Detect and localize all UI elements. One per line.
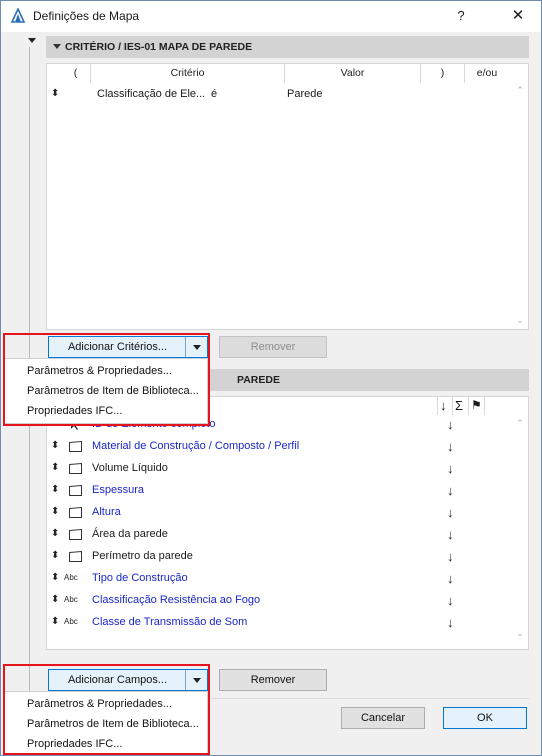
scroll-down-icon[interactable]: ⌄ [515,316,525,325]
criterion-cell[interactable]: Classificação de Ele... [97,88,205,100]
drag-handle-icon[interactable]: ⬍ [51,593,59,607]
col-value: Valor [285,64,421,83]
flag-column-icon[interactable]: ⚑ [471,398,482,412]
field-row[interactable]: ⬍ Altura ↓ [47,502,528,524]
sort-arrow-icon[interactable]: ↓ [447,571,454,586]
window-title: Definições de Mapa [33,9,140,23]
quantity-type-icon [69,506,82,518]
column-divider [484,397,485,415]
fields-table: ↓ Σ ⚑ ⬍ID de Elemento completo↓⬍Material… [46,396,529,650]
drag-handle-icon[interactable]: ⬍ [51,615,59,629]
sum-column-icon[interactable]: Σ [455,398,463,413]
operator-cell[interactable]: é [211,88,217,100]
field-row[interactable]: ⬍ Material de Construção / Composto / Per… [47,436,528,458]
map-settings-dialog: Definições de Mapa ? ✕ CRITÉRIO / IES-01… [0,0,542,756]
column-divider [452,397,453,415]
field-row[interactable]: ⬍ Espessura ↓ [47,480,528,502]
drag-handle-icon[interactable]: ⬍ [51,87,59,101]
footer-divider [211,698,529,699]
column-divider [437,397,438,415]
fields-highlight-box [3,664,210,755]
remove-criteria-button[interactable]: Remover [219,336,327,358]
sort-arrow-icon[interactable]: ↓ [447,483,454,498]
quantity-type-icon [69,462,82,474]
field-name[interactable]: Volume Líquido [92,462,168,474]
sort-arrow-icon[interactable]: ↓ [447,549,454,564]
field-name[interactable]: Classificação Resistência ao Fogo [92,594,260,606]
sort-arrow-icon[interactable]: ↓ [447,593,454,608]
criteria-table: ( Critério Valor ) e/ou ⬍ Classificação … [46,63,529,330]
remove-fields-button[interactable]: Remover [219,669,327,691]
value-cell[interactable]: Parede [287,88,322,100]
scroll-up-icon[interactable]: ⌃ [515,419,525,428]
sort-column-icon[interactable]: ↓ [440,398,447,413]
field-row[interactable]: ⬍ Abc Tipo de Construção ↓ [47,568,528,590]
field-row[interactable]: ⬍ Volume Líquido ↓ [47,458,528,480]
field-row[interactable]: ⬍ Área da parede ↓ [47,524,528,546]
col-open-paren: ( [61,64,91,83]
field-name[interactable]: Perímetro da parede [92,550,193,562]
drag-handle-icon[interactable]: ⬍ [51,527,59,541]
criteria-section-header[interactable]: CRITÉRIO / IES-01 MAPA DE PAREDE [46,36,529,58]
collapse-all-icon[interactable] [28,38,36,43]
field-name[interactable]: Tipo de Construção [92,572,188,584]
sort-arrow-icon[interactable]: ↓ [447,505,454,520]
criteria-section-title: CRITÉRIO / IES-01 MAPA DE PAREDE [65,41,253,53]
scroll-up-icon[interactable]: ⌃ [515,86,525,95]
field-name[interactable]: Material de Construção / Composto / Perf… [92,440,299,452]
close-button[interactable]: ✕ [504,5,532,27]
quantity-type-icon [69,550,82,562]
criteria-row[interactable]: ⬍ Classificação de Ele... é Parede [47,84,528,106]
sort-arrow-icon[interactable]: ↓ [447,461,454,476]
sort-arrow-icon[interactable]: ↓ [447,439,454,454]
column-divider [468,397,469,415]
drag-handle-icon[interactable]: ⬍ [51,439,59,453]
scroll-down-icon[interactable]: ⌄ [515,629,525,638]
field-row[interactable]: ⬍ Abc Classe de Transmissão de Som ↓ [47,612,528,634]
cancel-button[interactable]: Cancelar [341,707,425,729]
field-row[interactable]: ⬍ Abc Classificação Resistência ao Fogo ↓ [47,590,528,612]
quantity-type-icon [69,440,82,452]
drag-handle-icon[interactable]: ⬍ [51,549,59,563]
drag-handle-icon[interactable]: ⬍ [51,505,59,519]
sort-arrow-icon[interactable]: ↓ [447,615,454,630]
collapse-triangle-icon[interactable] [53,44,61,49]
drag-handle-icon[interactable]: ⬍ [51,483,59,497]
col-criterion: Critério [91,64,285,83]
field-row[interactable]: ⬍ Perímetro da parede ↓ [47,546,528,568]
quantity-type-icon [69,528,82,540]
criteria-highlight-box [3,333,210,426]
text-type-icon: Abc [64,595,78,604]
fields-section-title: PAREDE [237,374,280,386]
field-name[interactable]: Classe de Transmissão de Som [92,616,247,628]
col-close-paren: ) [421,64,465,83]
sort-arrow-icon[interactable]: ↓ [447,527,454,542]
col-and-or: e/ou [476,67,498,79]
drag-handle-icon[interactable]: ⬍ [51,571,59,585]
ok-button[interactable]: OK [443,707,527,729]
text-type-icon: Abc [64,617,78,626]
field-name[interactable]: Área da parede [92,528,168,540]
title-bar: Definições de Mapa ? ✕ [1,1,541,32]
field-name[interactable]: Altura [92,506,121,518]
quantity-type-icon [69,484,82,496]
drag-handle-icon[interactable]: ⬍ [51,461,59,475]
archicad-app-icon [10,8,26,23]
sort-arrow-icon[interactable]: ↓ [447,417,454,432]
help-button[interactable]: ? [447,5,475,27]
text-type-icon: Abc [64,573,78,582]
field-name[interactable]: Espessura [92,484,144,496]
